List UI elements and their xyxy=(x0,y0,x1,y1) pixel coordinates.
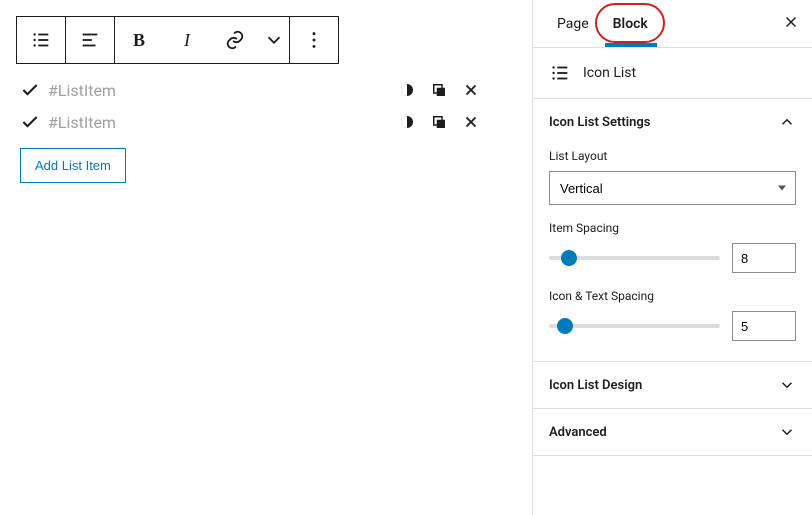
align-button[interactable] xyxy=(66,17,114,63)
style-button[interactable] xyxy=(398,81,416,99)
list-item-text[interactable]: #ListItem xyxy=(48,113,116,132)
tab-block[interactable]: Block xyxy=(601,0,660,47)
list-item-actions xyxy=(398,81,480,99)
panel-title: Advanced xyxy=(549,425,607,440)
panel-toggle-settings[interactable]: Icon List Settings xyxy=(533,99,812,145)
panel-title: Icon List Design xyxy=(549,378,642,393)
block-toolbar: B I xyxy=(16,16,339,64)
more-options-button[interactable] xyxy=(290,17,338,63)
icon-text-spacing-slider[interactable] xyxy=(549,324,720,328)
block-type-button[interactable] xyxy=(17,17,65,63)
list-layout-label: List Layout xyxy=(549,149,796,163)
chevron-down-icon xyxy=(263,29,285,51)
drop-icon xyxy=(398,81,416,99)
copy-icon xyxy=(430,113,448,131)
panel-toggle-advanced[interactable]: Advanced xyxy=(533,409,812,455)
list-item-text[interactable]: #ListItem xyxy=(48,81,116,100)
italic-icon: I xyxy=(184,30,190,51)
align-left-icon xyxy=(79,29,101,51)
chevron-down-icon xyxy=(778,423,796,441)
check-icon xyxy=(20,112,40,132)
delete-button[interactable] xyxy=(462,81,480,99)
bold-icon: B xyxy=(133,30,145,51)
sidebar-tabs: Page Block xyxy=(533,0,812,48)
copy-button[interactable] xyxy=(430,113,448,131)
copy-icon xyxy=(430,81,448,99)
list-item[interactable]: #ListItem xyxy=(20,106,516,138)
icon-list-icon xyxy=(549,62,571,84)
item-spacing-input[interactable] xyxy=(732,243,796,273)
copy-button[interactable] xyxy=(430,81,448,99)
italic-button[interactable]: I xyxy=(163,17,211,63)
close-sidebar-button[interactable] xyxy=(782,13,800,35)
icon-text-spacing-label: Icon & Text Spacing xyxy=(549,289,796,303)
list-icon xyxy=(30,29,52,51)
more-formatting-button[interactable] xyxy=(259,17,289,63)
list-layout-select[interactable]: Vertical xyxy=(549,171,796,205)
link-button[interactable] xyxy=(211,17,259,63)
panel-icon-list-design: Icon List Design xyxy=(533,362,812,409)
panel-advanced: Advanced xyxy=(533,409,812,456)
list-item[interactable]: #ListItem xyxy=(20,74,516,106)
panel-title: Icon List Settings xyxy=(549,115,650,130)
chevron-up-icon xyxy=(778,113,796,131)
settings-sidebar: Page Block Icon List Icon List Settings … xyxy=(532,0,812,515)
panel-icon-list-settings: Icon List Settings List Layout Vertical … xyxy=(533,99,812,362)
delete-button[interactable] xyxy=(462,113,480,131)
icon-text-spacing-input[interactable] xyxy=(732,311,796,341)
block-card: Icon List xyxy=(533,48,812,99)
close-icon xyxy=(782,13,800,31)
editor-canvas: B I #ListItem xyxy=(0,0,532,515)
chevron-down-icon xyxy=(778,376,796,394)
check-icon xyxy=(20,80,40,100)
close-icon xyxy=(462,113,480,131)
panel-toggle-design[interactable]: Icon List Design xyxy=(533,362,812,408)
icon-list-block[interactable]: #ListItem #ListItem Add List Item xyxy=(16,74,516,183)
kebab-icon xyxy=(303,29,325,51)
item-spacing-label: Item Spacing xyxy=(549,221,796,235)
link-icon xyxy=(224,29,246,51)
list-item-actions xyxy=(398,113,480,131)
style-button[interactable] xyxy=(398,113,416,131)
tab-page[interactable]: Page xyxy=(545,0,601,47)
add-list-item-button[interactable]: Add List Item xyxy=(20,148,126,183)
block-name: Icon List xyxy=(583,65,636,81)
item-spacing-slider[interactable] xyxy=(549,256,720,260)
close-icon xyxy=(462,81,480,99)
drop-icon xyxy=(398,113,416,131)
bold-button[interactable]: B xyxy=(115,17,163,63)
